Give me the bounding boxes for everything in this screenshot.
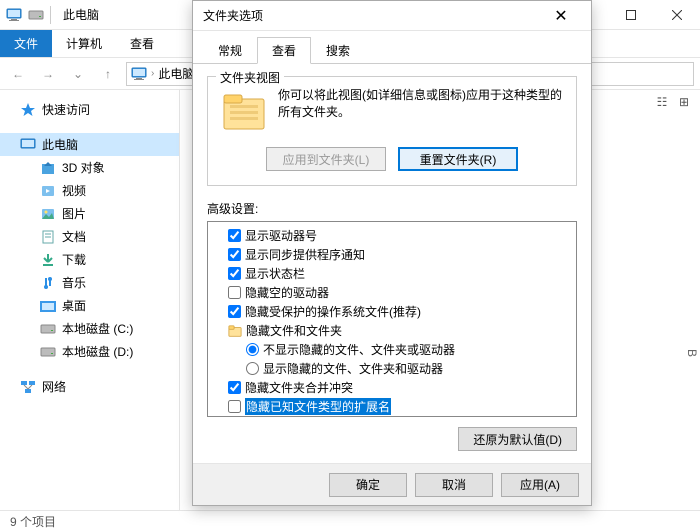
dialog-title-bar: 文件夹选项 ✕ — [193, 1, 591, 31]
breadcrumb-text: 此电脑 — [158, 65, 194, 82]
reset-folders-button[interactable]: 重置文件夹(R) — [398, 147, 518, 171]
tab-search[interactable]: 搜索 — [311, 37, 365, 64]
folder-view-group: 文件夹视图 你可以将此视图(如详细信息或图标)应用于这种类型的所有文件夹。 应用… — [207, 76, 577, 186]
advanced-setting-row[interactable]: 显示驱动器号 — [210, 226, 574, 245]
advanced-setting-row[interactable]: 显示同步提供程序通知 — [210, 245, 574, 264]
advanced-label: 高级设置: — [207, 200, 577, 217]
view-details-button[interactable]: ☷ — [652, 92, 672, 112]
sidebar-network[interactable]: 网络 — [0, 375, 179, 398]
advanced-setting-row[interactable]: 显示隐藏的文件、文件夹和驱动器 — [210, 359, 574, 378]
tree-item-icon — [40, 183, 56, 199]
folder-view-label: 文件夹视图 — [216, 69, 284, 86]
dialog-close-button[interactable]: ✕ — [541, 2, 581, 30]
close-button[interactable] — [654, 0, 700, 30]
setting-label: 不显示隐藏的文件、文件夹或驱动器 — [263, 341, 455, 358]
setting-checkbox[interactable] — [228, 400, 241, 413]
cancel-button[interactable]: 取消 — [415, 473, 493, 497]
folder-icon — [220, 87, 268, 135]
nav-back-button[interactable]: ← — [6, 62, 30, 86]
nav-forward-button[interactable]: → — [36, 62, 60, 86]
sidebar-sub-item[interactable]: 下载 — [0, 248, 179, 271]
setting-checkbox[interactable] — [228, 248, 241, 261]
setting-label: 显示同步提供程序通知 — [245, 246, 365, 263]
sidebar-sub-item[interactable]: 本地磁盘 (C:) — [0, 317, 179, 340]
folder-icon — [228, 324, 242, 338]
folder-options-dialog: 文件夹选项 ✕ 常规 查看 搜索 文件夹视图 你可以将此视图(如详细信息或图标)… — [192, 0, 592, 506]
setting-label: 隐藏已知文件类型的扩展名 — [245, 398, 391, 415]
sidebar-sub-item[interactable]: 音乐 — [0, 271, 179, 294]
setting-radio[interactable] — [246, 343, 259, 356]
advanced-setting-row[interactable]: 隐藏受保护的操作系统文件(推荐) — [210, 302, 574, 321]
setting-checkbox[interactable] — [228, 267, 241, 280]
apply-button[interactable]: 应用(A) — [501, 473, 579, 497]
dialog-button-row: 确定 取消 应用(A) — [193, 463, 591, 505]
setting-label: 显示状态栏 — [245, 265, 305, 282]
ok-button[interactable]: 确定 — [329, 473, 407, 497]
tree-item-icon — [40, 252, 56, 268]
setting-checkbox[interactable] — [228, 229, 241, 242]
pc-icon — [6, 7, 22, 23]
network-icon — [20, 379, 36, 395]
tree-item-icon — [40, 321, 56, 337]
nav-dropdown-button[interactable]: ⌄ — [66, 62, 90, 86]
maximize-button[interactable] — [608, 0, 654, 30]
sidebar-this-pc[interactable]: 此电脑 — [0, 133, 179, 156]
sidebar: 快速访问 此电脑 3D 对象视频图片文档下载音乐桌面本地磁盘 (C:)本地磁盘 … — [0, 90, 180, 510]
ribbon-tab-file[interactable]: 文件 — [0, 30, 52, 57]
pc-icon — [131, 66, 147, 82]
advanced-setting-row: 隐藏文件和文件夹 — [210, 321, 574, 340]
advanced-settings-list[interactable]: 显示驱动器号显示同步提供程序通知显示状态栏隐藏空的驱动器隐藏受保护的操作系统文件… — [207, 221, 577, 417]
tree-item-icon — [40, 206, 56, 222]
advanced-setting-row[interactable]: 不显示隐藏的文件、文件夹或驱动器 — [210, 340, 574, 359]
apply-to-folders-button: 应用到文件夹(L) — [266, 147, 386, 171]
ribbon-tab-computer[interactable]: 计算机 — [52, 30, 116, 57]
advanced-setting-row[interactable]: 隐藏文件夹合并冲突 — [210, 378, 574, 397]
tree-item-icon — [40, 298, 56, 314]
sidebar-sub-item[interactable]: 桌面 — [0, 294, 179, 317]
tree-item-icon — [40, 275, 56, 291]
sidebar-quick-access[interactable]: 快速访问 — [0, 98, 179, 121]
sidebar-sub-item[interactable]: 视频 — [0, 179, 179, 202]
view-icons-button[interactable]: ⊞ — [674, 92, 694, 112]
tree-item-icon — [40, 229, 56, 245]
pc-icon — [20, 137, 36, 153]
advanced-setting-row[interactable]: 用彩色显示加密或压缩的 NTFS 文件 — [210, 416, 574, 417]
sidebar-sub-item[interactable]: 文档 — [0, 225, 179, 248]
setting-label: 显示隐藏的文件、文件夹和驱动器 — [263, 360, 443, 377]
sidebar-sub-item[interactable]: 本地磁盘 (D:) — [0, 340, 179, 363]
setting-label: 显示驱动器号 — [245, 227, 317, 244]
window-title: 此电脑 — [63, 6, 99, 23]
setting-checkbox[interactable] — [228, 286, 241, 299]
dialog-tabs: 常规 查看 搜索 — [193, 31, 591, 64]
advanced-setting-row[interactable]: 隐藏已知文件类型的扩展名 — [210, 397, 574, 416]
ribbon-tab-view[interactable]: 查看 — [116, 30, 168, 57]
nav-up-button[interactable]: ↑ — [96, 62, 120, 86]
disk-icon[interactable] — [28, 7, 44, 23]
tree-item-icon — [40, 344, 56, 360]
folder-view-text: 你可以将此视图(如详细信息或图标)应用于这种类型的所有文件夹。 — [278, 87, 564, 135]
setting-label: 隐藏空的驱动器 — [245, 284, 329, 301]
setting-label: 隐藏文件和文件夹 — [246, 322, 342, 339]
setting-checkbox[interactable] — [228, 381, 241, 394]
status-bar: 9 个项目 — [0, 510, 700, 532]
sidebar-sub-item[interactable]: 图片 — [0, 202, 179, 225]
setting-radio[interactable] — [246, 362, 259, 375]
status-item-count: 9 个项目 — [10, 513, 56, 530]
info-side-label: B — [685, 349, 699, 357]
setting-label: 隐藏受保护的操作系统文件(推荐) — [245, 303, 421, 320]
tree-item-icon — [40, 160, 56, 176]
setting-checkbox[interactable] — [228, 305, 241, 318]
restore-defaults-button[interactable]: 还原为默认值(D) — [458, 427, 577, 451]
tab-view[interactable]: 查看 — [257, 37, 311, 64]
setting-label: 隐藏文件夹合并冲突 — [245, 379, 353, 396]
star-icon — [20, 102, 36, 118]
advanced-setting-row[interactable]: 显示状态栏 — [210, 264, 574, 283]
sidebar-sub-item[interactable]: 3D 对象 — [0, 156, 179, 179]
advanced-setting-row[interactable]: 隐藏空的驱动器 — [210, 283, 574, 302]
dialog-title: 文件夹选项 — [203, 7, 263, 24]
tab-general[interactable]: 常规 — [203, 37, 257, 64]
